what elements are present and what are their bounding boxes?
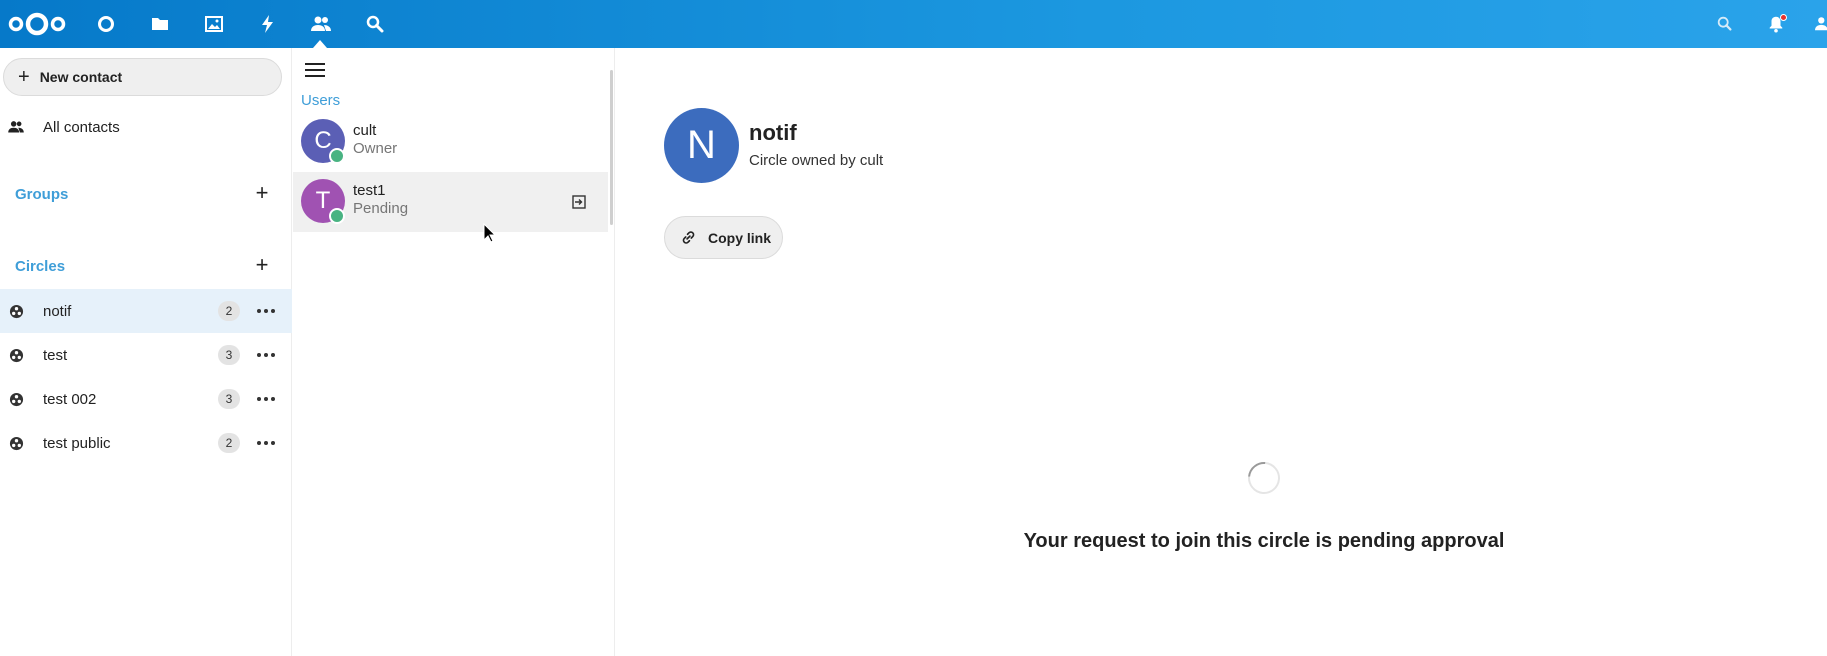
app-navigation: + New contact All contacts Groups + Circ… — [0, 48, 292, 656]
circle-details: N notif Circle owned by cult Copy link Y… — [616, 48, 1827, 656]
photos-icon[interactable] — [202, 12, 226, 36]
member-role: Pending — [353, 200, 409, 217]
nextcloud-logo-icon[interactable] — [6, 10, 68, 38]
mouse-cursor-icon — [483, 223, 497, 243]
member-list: Users C cult Owner T test1 Pending — [293, 48, 615, 656]
circle-label: test — [43, 346, 68, 364]
dashboard-icon[interactable] — [94, 12, 118, 36]
notifications-icon[interactable] — [1764, 12, 1788, 36]
circle-label: notif — [43, 302, 72, 320]
search-icon[interactable] — [1713, 12, 1737, 36]
circle-label: test 002 — [43, 390, 97, 408]
circle-icon — [8, 391, 24, 407]
accept-member-icon[interactable] — [571, 194, 587, 210]
settings-icon[interactable] — [1812, 12, 1827, 36]
more-actions-icon[interactable] — [254, 433, 278, 453]
member-role: Owner — [353, 140, 398, 157]
circle-icon — [8, 347, 24, 363]
circles-heading[interactable]: Circles — [15, 258, 65, 275]
files-icon[interactable] — [148, 12, 172, 36]
nav-circle-test-public[interactable]: test public 2 — [0, 421, 292, 465]
nav-circle-notif[interactable]: notif 2 — [0, 289, 292, 333]
plus-icon: + — [18, 66, 30, 88]
more-actions-icon[interactable] — [254, 345, 278, 365]
member-row-test1[interactable]: T test1 Pending — [293, 172, 608, 232]
nav-item-label: All contacts — [43, 118, 120, 136]
member-count-badge: 2 — [218, 433, 240, 453]
member-row-cult[interactable]: C cult Owner — [293, 112, 608, 172]
circle-icon — [8, 435, 24, 451]
list-scrollbar[interactable] — [610, 70, 613, 225]
member-name: test1 — [353, 182, 386, 199]
circle-title: notif — [749, 120, 797, 145]
active-app-indicator — [313, 40, 327, 48]
circle-owner-text: Circle owned by cult — [749, 152, 884, 169]
nav-item-all-contacts[interactable]: All contacts — [0, 105, 292, 149]
users-group-label: Users — [301, 92, 341, 109]
loading-spinner-icon — [1241, 455, 1287, 501]
more-actions-icon[interactable] — [254, 389, 278, 409]
add-group-button[interactable]: + — [252, 182, 272, 204]
online-status-icon — [329, 148, 345, 164]
notification-badge — [1780, 14, 1787, 21]
copy-link-button[interactable]: Copy link — [664, 216, 783, 259]
circle-icon — [8, 303, 24, 319]
member-count-badge: 3 — [218, 389, 240, 409]
online-status-icon — [329, 208, 345, 224]
hamburger-menu-icon[interactable] — [305, 62, 325, 78]
groups-heading[interactable]: Groups — [15, 186, 68, 203]
pending-approval-message: Your request to join this circle is pend… — [1023, 530, 1505, 552]
member-count-badge: 3 — [218, 345, 240, 365]
member-count-badge: 2 — [218, 301, 240, 321]
nav-circle-test-002[interactable]: test 002 3 — [0, 377, 292, 421]
contacts-icon — [8, 119, 24, 135]
new-contact-label: New contact — [39, 69, 123, 85]
member-name: cult — [353, 122, 377, 139]
top-bar — [0, 0, 1827, 48]
contacts-icon[interactable] — [309, 12, 333, 36]
more-actions-icon[interactable] — [254, 301, 278, 321]
copy-link-label: Copy link — [708, 229, 772, 246]
link-icon — [682, 231, 695, 244]
circle-avatar: N — [664, 108, 739, 183]
nav-circle-test[interactable]: test 3 — [0, 333, 292, 377]
circle-label: test public — [43, 434, 111, 452]
add-circle-button[interactable]: + — [252, 254, 272, 276]
circles-search-icon[interactable] — [363, 12, 387, 36]
new-contact-button[interactable]: + New contact — [3, 58, 282, 96]
activity-icon[interactable] — [256, 12, 280, 36]
